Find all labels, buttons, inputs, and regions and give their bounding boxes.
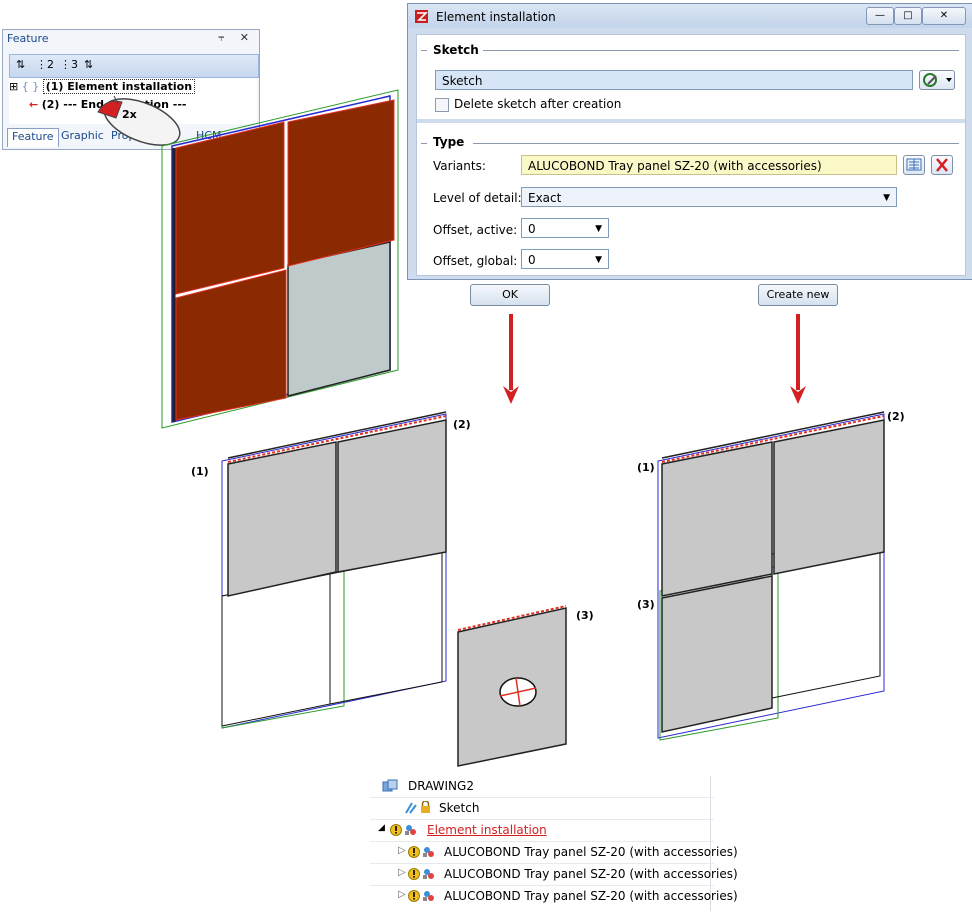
arrow-down-icon: [503, 314, 519, 404]
lod-value: Exact: [528, 191, 562, 205]
pin-icon[interactable]: ⫧: [218, 31, 230, 44]
tree-item-sketch[interactable]: Sketch: [370, 798, 714, 820]
double-click-label: 2x: [122, 108, 137, 121]
sketch-pick-button[interactable]: [919, 70, 955, 90]
end-arrow-icon: ←: [29, 98, 39, 111]
variants-clear-button[interactable]: [931, 155, 953, 175]
close-icon[interactable]: ✕: [240, 31, 255, 44]
tree-item-panel-1[interactable]: ▷ ALUCOBOND Tray panel SZ-20 (with acces…: [370, 842, 738, 864]
sketch-icon: [404, 800, 432, 818]
callout-1-left: (1): [191, 465, 209, 478]
feature-braces-icon: { }: [21, 80, 40, 93]
offset-active-select[interactable]: 0 ▼: [521, 218, 609, 238]
status-warning-icon: [390, 823, 420, 840]
feature-panel-title: Feature: [7, 32, 49, 45]
tree-item-element-installation[interactable]: ◢ Element installation: [370, 820, 714, 842]
single-panel-model: [457, 605, 567, 767]
ok-button[interactable]: OK: [470, 284, 550, 306]
chevron-down-icon: ▼: [883, 193, 890, 203]
sort-up-icon[interactable]: ⇅: [16, 58, 25, 71]
offset-active-label: Offset, active:: [433, 223, 518, 237]
offset-global-select[interactable]: 0 ▼: [521, 249, 609, 269]
expand-icon[interactable]: ▷: [398, 889, 406, 900]
panel-label: ALUCOBOND Tray panel SZ-20 (with accesso…: [444, 889, 738, 903]
status-warning-icon: [408, 867, 438, 884]
feature-titlebar: Feature ⫧ ✕: [3, 30, 259, 48]
panel-label: ALUCOBOND Tray panel SZ-20 (with accesso…: [444, 845, 738, 859]
variants-label: Variants:: [433, 159, 486, 173]
lod-select[interactable]: Exact ▼: [521, 187, 897, 207]
variants-field[interactable]: ALUCOBOND Tray panel SZ-20 (with accesso…: [521, 155, 897, 175]
collapse-icon[interactable]: ◢: [378, 823, 385, 833]
chevron-down-icon: ▼: [595, 255, 602, 265]
lod-label: Level of detail:: [433, 191, 522, 205]
sort-down-icon[interactable]: ⇅: [84, 58, 93, 71]
tree-item-panel-3[interactable]: ▷ ALUCOBOND Tray panel SZ-20 (with acces…: [370, 886, 738, 907]
dialog-title: Element installation: [436, 10, 556, 24]
drawing-icon: [382, 779, 398, 796]
offset-active-value: 0: [528, 222, 536, 236]
tab-feature[interactable]: Feature: [7, 128, 59, 147]
close-button[interactable]: ✕: [922, 7, 966, 25]
result-model-create-new: [657, 411, 885, 741]
sketch-label: Sketch: [439, 801, 480, 815]
delete-sketch-checkbox[interactable]: [435, 98, 449, 112]
dialog-titlebar: Element installation — □ ✕: [408, 4, 972, 28]
tree-item-drawing[interactable]: DRAWING2: [370, 776, 714, 798]
expand-icon[interactable]: ⊞: [9, 80, 18, 93]
sketch-group-heading: Sketch: [433, 43, 479, 57]
level-3-icon[interactable]: ⋮3: [60, 58, 78, 71]
expand-icon[interactable]: ▷: [398, 845, 406, 856]
sketch-field[interactable]: Sketch: [435, 70, 913, 90]
callout-2-left: (2): [453, 418, 471, 431]
panel-label: ALUCOBOND Tray panel SZ-20 (with accesso…: [444, 867, 738, 881]
tree-item-panel-2[interactable]: ▷ ALUCOBOND Tray panel SZ-20 (with acces…: [370, 864, 738, 886]
arrow-down-icon: [790, 314, 806, 404]
callout-1-right: (1): [637, 461, 655, 474]
element-installation-label: Element installation: [427, 823, 547, 837]
expand-icon[interactable]: ▷: [398, 867, 406, 878]
variants-catalog-button[interactable]: [903, 155, 925, 175]
maximize-button[interactable]: □: [894, 7, 922, 25]
offset-global-value: 0: [528, 253, 536, 267]
minimize-button[interactable]: —: [866, 7, 894, 25]
app-logo-icon: [415, 10, 428, 23]
callout-3-right: (3): [637, 598, 655, 611]
drawing-label: DRAWING2: [408, 779, 474, 793]
create-new-button[interactable]: Create new: [758, 284, 838, 306]
preview-3d-model: [161, 89, 399, 429]
dialog-body: Sketch Sketch Delete sketch after creati…: [416, 34, 966, 276]
callout-3-middle: (3): [576, 609, 594, 622]
feature-toolbar: ⇅ ⋮2 ⋮3 ⇅: [9, 54, 259, 78]
model-tree: DRAWING2 Sketch ◢ Element installation ▷…: [370, 776, 738, 911]
offset-global-label: Offset, global:: [433, 254, 518, 268]
callout-2-right: (2): [887, 410, 905, 423]
chevron-down-icon: ▼: [595, 224, 602, 234]
result-model-ok: [221, 411, 447, 729]
status-warning-icon: [408, 889, 438, 906]
level-2-icon[interactable]: ⋮2: [36, 58, 54, 71]
type-group-heading: Type: [433, 135, 465, 149]
delete-sketch-label: Delete sketch after creation: [454, 97, 622, 111]
status-warning-icon: [408, 845, 438, 862]
element-installation-dialog: Element installation — □ ✕ Sketch Sketch…: [407, 3, 972, 280]
